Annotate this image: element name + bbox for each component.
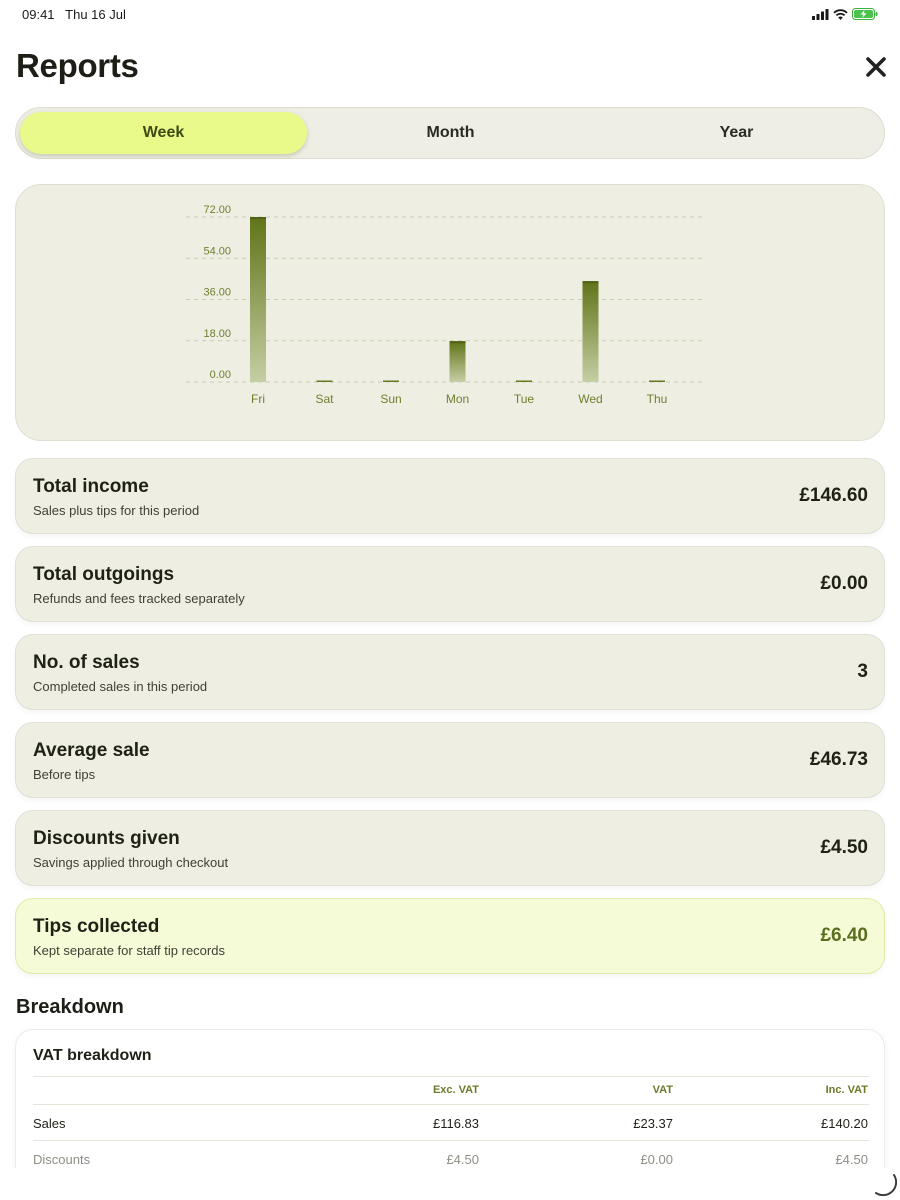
tab-week[interactable]: Week [20,112,307,154]
bar-thu[interactable] [649,380,665,383]
close-icon [866,57,886,77]
bar-cap [250,217,266,219]
cell-inc-vat: £4.50 [835,1152,868,1167]
cell-vat: £23.37 [633,1116,673,1131]
bar-mon[interactable] [449,341,466,382]
stat-card-number-of-sales[interactable]: No. of sales Completed sales in this per… [15,634,885,710]
x-tick-label: Fri [251,392,265,406]
stat-value: £0.00 [820,573,868,594]
stat-title: Average sale [33,740,150,761]
stat-value: 3 [857,661,868,682]
close-button[interactable] [862,53,890,81]
status-time: 09:41 Thu 16 Jul [22,7,126,22]
y-tick-label: 0.00 [210,369,231,381]
x-tick-label: Sat [315,392,334,406]
stat-title: Total income [33,476,149,497]
vat-breakdown-title: VAT breakdown [33,1047,152,1064]
battery-charging-icon [852,8,878,20]
x-tick-label: Thu [647,392,668,406]
stat-title: No. of sales [33,652,140,673]
stat-subtitle: Sales plus tips for this period [33,503,200,518]
x-tick-label: Mon [446,392,469,406]
y-tick-label: 18.00 [203,328,231,340]
divider [33,1140,869,1141]
stat-value: £146.60 [799,485,868,506]
x-tick-label: Sun [380,392,401,406]
status-date: Thu 16 Jul [65,7,126,22]
income-chart-card: 0.00 18.00 36.00 54.00 72.00 Fri Sat Sun Mon Tue W… [15,184,885,441]
bar-cap [449,341,466,344]
column-header-vat: VAT [652,1084,673,1096]
stat-card-discounts-given[interactable]: Discounts given Savings applied through … [15,810,885,886]
stat-subtitle: Completed sales in this period [33,679,208,694]
y-tick-label: 54.00 [203,245,231,257]
stat-title: Tips collected [33,916,160,937]
cell-vat: £0.00 [640,1152,673,1167]
stat-subtitle: Kept separate for staff tip records [33,943,225,958]
bar-tue[interactable] [516,380,532,383]
stat-value: £4.50 [820,837,868,858]
status-clock: 09:41 [22,7,55,22]
wifi-icon [833,8,848,20]
breakdown-heading: Breakdown [16,996,124,1018]
bar-fri[interactable] [250,217,266,382]
stat-title: Discounts given [33,828,180,849]
bar-sun[interactable] [383,380,399,383]
stat-card-total-income[interactable]: Total income Sales plus tips for this pe… [15,458,885,534]
y-tick-label: 36.00 [203,287,231,299]
period-tabs: Week Month Year [15,107,885,159]
bar-wed[interactable] [582,281,599,382]
stat-card-average-sale[interactable]: Average sale Before tips £46.73 [15,722,885,798]
stat-value: £46.73 [809,749,868,770]
cell-exc-vat: £116.83 [432,1116,479,1131]
loading-spinner-icon [875,1174,897,1196]
stat-title: Total outgoings [33,564,175,585]
stat-card-tips-collected[interactable]: Tips collected Kept separate for staff t… [15,898,885,974]
income-chart: 0.00 18.00 36.00 54.00 72.00 Fri Sat Sun Mon Tue W… [186,204,706,406]
scroll-fade [0,1168,900,1200]
divider [33,1076,869,1077]
bar-sat[interactable] [316,380,333,383]
column-header-exc-vat: Exc. VAT [432,1084,479,1096]
row-label: Sales [33,1116,66,1131]
stat-subtitle: Savings applied through checkout [33,855,229,870]
signal-icon [812,8,829,20]
column-header-inc-vat: Inc. VAT [825,1084,868,1096]
status-icons [812,8,878,20]
stat-card-total-outgoings[interactable]: Total outgoings Refunds and fees tracked… [15,546,885,622]
stat-value: £6.40 [820,925,868,946]
x-tick-label: Wed [578,392,602,406]
x-tick-label: Tue [514,392,535,406]
cell-exc-vat: £4.50 [446,1152,479,1167]
stat-subtitle: Refunds and fees tracked separately [33,591,245,606]
stat-subtitle: Before tips [33,767,96,782]
bar-cap [582,281,599,284]
tab-month[interactable]: Month [307,112,594,154]
page-title: Reports [16,47,139,84]
row-label: Discounts [33,1152,91,1167]
cell-inc-vat: £140.20 [821,1116,868,1131]
status-bar: 09:41 Thu 16 Jul [0,0,900,30]
y-tick-label: 72.00 [203,204,231,216]
tab-year[interactable]: Year [593,112,880,154]
divider [33,1104,869,1105]
